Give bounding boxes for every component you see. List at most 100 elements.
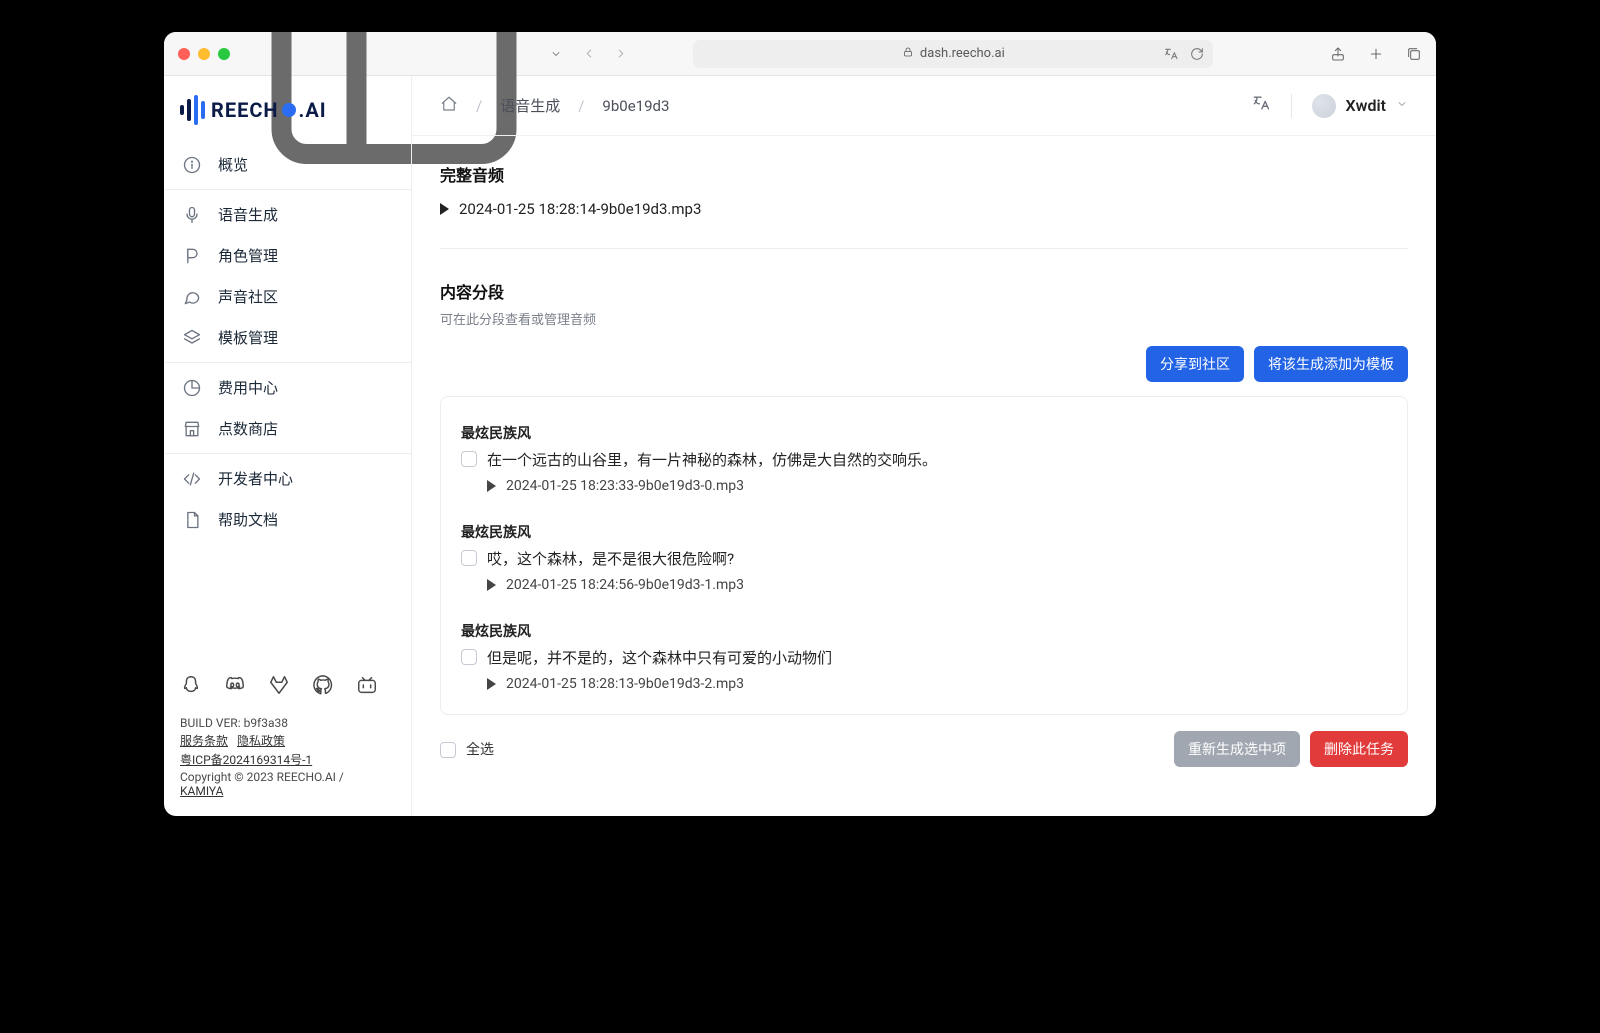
- chevron-down-icon[interactable]: [550, 48, 562, 60]
- tabs-icon[interactable]: [1406, 44, 1422, 64]
- logo[interactable]: REECH .AI: [164, 84, 411, 140]
- segment-filename: 2024-01-25 18:28:13-9b0e19d3-2.mp3: [506, 676, 744, 692]
- discord-icon[interactable]: [224, 674, 246, 696]
- segment-text: 在一个远古的山谷里，有一片神秘的森林，仿佛是大自然的交响乐。: [487, 449, 937, 470]
- layers-icon: [182, 328, 202, 348]
- select-all[interactable]: 全选: [440, 739, 494, 759]
- sidebar-item-label: 费用中心: [218, 377, 278, 398]
- segments-subtitle: 可在此分段查看或管理音频: [440, 309, 1408, 328]
- full-audio-title: 完整音频: [440, 162, 1408, 186]
- store-icon: [182, 419, 202, 439]
- url-host: dash.reecho.ai: [920, 46, 1005, 61]
- minimize-window-button[interactable]: [198, 48, 210, 60]
- topbar-divider: [1291, 94, 1292, 118]
- topbar: / 语音生成 / 9b0e19d3 Xwdit: [412, 76, 1436, 136]
- qq-icon[interactable]: [180, 674, 202, 696]
- segment-filename: 2024-01-25 18:24:56-9b0e19d3-1.mp3: [506, 577, 744, 593]
- forward-button[interactable]: [614, 43, 628, 64]
- reload-icon[interactable]: [1189, 44, 1205, 64]
- breadcrumb: / 语音生成 / 9b0e19d3: [440, 95, 669, 117]
- icp-link[interactable]: 粤ICP备2024169314号-1: [180, 753, 312, 767]
- play-button[interactable]: [487, 480, 496, 492]
- sidebar-item-developer[interactable]: 开发者中心: [164, 453, 411, 499]
- sidebar-item-label: 概览: [218, 154, 248, 175]
- segments-action-row: 分享到社区 将该生成添加为模板: [440, 346, 1408, 382]
- breadcrumb-separator: /: [476, 97, 482, 115]
- sidebar-item-label: 模板管理: [218, 327, 278, 348]
- segment-text: 哎，这个森林，是不是很大很危险啊?: [487, 548, 744, 569]
- sidebar-item-label: 帮助文档: [218, 509, 278, 530]
- sidebar: REECH .AI 概览 语音生成 角色管理: [164, 76, 412, 816]
- breadcrumb-separator: /: [578, 97, 584, 115]
- delete-task-button[interactable]: 删除此任务: [1310, 731, 1408, 767]
- play-button[interactable]: [487, 579, 496, 591]
- sidebar-item-label: 声音社区: [218, 286, 278, 307]
- back-button[interactable]: [582, 43, 596, 64]
- segments-title: 内容分段: [440, 279, 1408, 303]
- home-icon[interactable]: [440, 95, 458, 117]
- user-menu[interactable]: Xwdit: [1312, 94, 1408, 118]
- sidebar-item-billing[interactable]: 费用中心: [164, 362, 411, 408]
- segment-role: 最炫民族风: [461, 621, 1387, 641]
- segment-item: 最炫民族风 但是呢，并不是的，这个森林中只有可爱的小动物们 2024-01-25…: [461, 609, 1387, 708]
- sidebar-item-voice-gen[interactable]: 语音生成: [164, 189, 411, 235]
- window-controls: [178, 48, 230, 60]
- sidebar-item-label: 角色管理: [218, 245, 278, 266]
- sidebar-item-label: 开发者中心: [218, 468, 293, 489]
- logo-text: REECH .AI: [211, 98, 327, 122]
- sidebar-item-overview[interactable]: 概览: [164, 144, 411, 185]
- translate-icon[interactable]: [1163, 44, 1179, 64]
- avatar: [1312, 94, 1336, 118]
- github-icon[interactable]: [312, 674, 334, 696]
- sidebar-item-role-manage[interactable]: 角色管理: [164, 235, 411, 276]
- segments-card: 最炫民族风 在一个远古的山谷里，有一片神秘的森林，仿佛是大自然的交响乐。 202…: [440, 396, 1408, 715]
- share-icon[interactable]: [1330, 44, 1346, 64]
- copyright-text: Copyright © 2023 REECHO.AI /: [180, 770, 344, 784]
- tos-link[interactable]: 服务条款: [180, 734, 228, 748]
- app: REECH .AI 概览 语音生成 角色管理: [164, 76, 1436, 816]
- full-audio-filename: 2024-01-25 18:28:14-9b0e19d3.mp3: [459, 200, 701, 218]
- sidebar-item-voice-community[interactable]: 声音社区: [164, 276, 411, 317]
- segment-role: 最炫民族风: [461, 423, 1387, 443]
- user-name: Xwdit: [1346, 96, 1386, 115]
- chat-icon: [182, 287, 202, 307]
- select-all-checkbox[interactable]: [440, 742, 456, 758]
- breadcrumb-task-id[interactable]: 9b0e19d3: [602, 97, 669, 115]
- segment-text: 但是呢，并不是的，这个森林中只有可爱的小动物们: [487, 647, 832, 668]
- build-version: BUILD VER: b9f3a38: [180, 716, 395, 730]
- content: 完整音频 2024-01-25 18:28:14-9b0e19d3.mp3 内容…: [412, 136, 1436, 785]
- language-icon[interactable]: [1251, 93, 1271, 118]
- segment-checkbox[interactable]: [461, 451, 477, 467]
- bottom-action-row: 全选 重新生成选中项 删除此任务: [440, 731, 1408, 767]
- new-tab-icon[interactable]: [1368, 44, 1384, 64]
- logo-mark: [180, 92, 205, 128]
- sidebar-item-store[interactable]: 点数商店: [164, 408, 411, 449]
- sidebar-item-template-manage[interactable]: 模板管理: [164, 317, 411, 358]
- privacy-link[interactable]: 隐私政策: [237, 734, 285, 748]
- segment-checkbox[interactable]: [461, 649, 477, 665]
- bilibili-icon[interactable]: [356, 674, 378, 696]
- segment-checkbox[interactable]: [461, 550, 477, 566]
- role-icon: [182, 246, 202, 266]
- share-to-community-button[interactable]: 分享到社区: [1146, 346, 1244, 382]
- full-audio-row: 2024-01-25 18:28:14-9b0e19d3.mp3: [440, 200, 1408, 218]
- sidebar-item-help-docs[interactable]: 帮助文档: [164, 499, 411, 540]
- titlebar-right: [1330, 44, 1422, 64]
- play-button[interactable]: [440, 203, 449, 215]
- maximize-window-button[interactable]: [218, 48, 230, 60]
- add-as-template-button[interactable]: 将该生成添加为模板: [1254, 346, 1408, 382]
- url-bar[interactable]: dash.reecho.ai: [693, 40, 1213, 68]
- breadcrumb-voice-gen[interactable]: 语音生成: [500, 95, 560, 116]
- sidebar-item-label: 点数商店: [218, 418, 278, 439]
- sidebar-footer: BUILD VER: b9f3a38 服务条款 隐私政策 粤ICP备202416…: [164, 660, 411, 804]
- play-button[interactable]: [487, 678, 496, 690]
- segment-item: 最炫民族风 哎，这个森林，是不是很大很危险啊? 2024-01-25 18:24…: [461, 510, 1387, 609]
- segment-filename: 2024-01-25 18:23:33-9b0e19d3-0.mp3: [506, 478, 744, 494]
- browser-window: dash.reecho.ai: [164, 32, 1436, 816]
- gitlab-icon[interactable]: [268, 674, 290, 696]
- select-all-label: 全选: [466, 739, 494, 759]
- regenerate-selected-button[interactable]: 重新生成选中项: [1174, 731, 1300, 767]
- kamiya-link[interactable]: KAMIYA: [180, 784, 223, 798]
- logo-text-prefix: REECH: [211, 98, 279, 122]
- close-window-button[interactable]: [178, 48, 190, 60]
